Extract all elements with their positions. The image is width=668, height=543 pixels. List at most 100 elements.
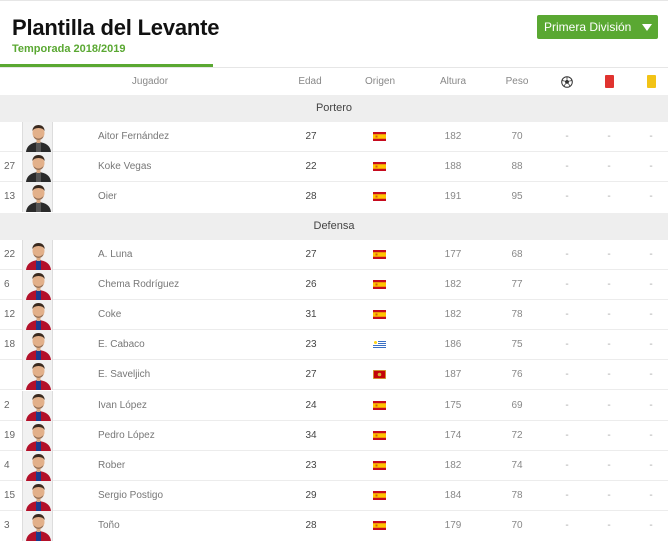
- spain-flag-icon: [373, 132, 386, 141]
- col-altura[interactable]: Altura: [440, 76, 466, 87]
- table-row[interactable]: 3 Toño 28 179 70 - - -: [0, 511, 668, 542]
- player-weight: 70: [511, 131, 523, 142]
- table-row[interactable]: 2 Ivan López 24 175 69 - - -: [0, 390, 668, 421]
- spain-flag-icon: [373, 491, 386, 501]
- player-weight: 70: [511, 520, 523, 532]
- player-red-cards: -: [607, 399, 611, 411]
- player-name[interactable]: Chema Rodríguez: [98, 279, 179, 290]
- player-number: 13: [4, 191, 16, 203]
- table-row[interactable]: E. Saveljich 27 187 76 - - -: [0, 360, 668, 391]
- player-red-cards: -: [607, 369, 611, 381]
- page-header: Plantilla del Levante Temporada 2018/201…: [0, 0, 668, 68]
- title-underline: [0, 64, 213, 67]
- player-weight: 76: [511, 369, 523, 381]
- player-name[interactable]: E. Saveljich: [98, 369, 150, 380]
- player-yellow-cards: -: [649, 191, 653, 203]
- table-row[interactable]: 15 Sergio Postigo 29 184 78 - - -: [0, 481, 668, 512]
- player-yellow-cards: -: [649, 278, 653, 290]
- player-goals: -: [565, 248, 569, 260]
- col-origen[interactable]: Origen: [365, 76, 395, 87]
- player-red-cards: -: [607, 520, 611, 532]
- player-number: 6: [4, 278, 10, 290]
- spain-flag-icon: [373, 430, 386, 440]
- player-age: 28: [305, 191, 317, 203]
- soccer-ball-icon[interactable]: [561, 76, 573, 88]
- player-weight: 78: [511, 309, 523, 320]
- col-jugador[interactable]: Jugador: [132, 76, 168, 87]
- player-red-cards: -: [607, 460, 611, 471]
- player-avatar[interactable]: [22, 300, 53, 330]
- player-goals: -: [565, 131, 569, 142]
- player-red-cards: -: [607, 248, 611, 260]
- player-yellow-cards: -: [649, 369, 653, 381]
- spain-flag-icon: [373, 461, 386, 470]
- player-number: 15: [4, 490, 16, 502]
- montenegro-flag-icon: [373, 370, 386, 380]
- player-avatar[interactable]: [22, 330, 53, 361]
- table-row[interactable]: 18 E. Cabaco 23 186 75 - - -: [0, 330, 668, 361]
- player-number: 18: [4, 339, 16, 351]
- spain-flag-icon: [373, 279, 386, 289]
- player-name[interactable]: Koke Vegas: [98, 161, 151, 172]
- player-name[interactable]: Sergio Postigo: [98, 490, 163, 501]
- col-edad[interactable]: Edad: [298, 76, 321, 87]
- player-age: 26: [305, 278, 317, 290]
- spain-flag-icon: [373, 310, 386, 319]
- player-avatar[interactable]: [22, 239, 53, 270]
- player-name[interactable]: Pedro López: [98, 430, 155, 441]
- player-avatar[interactable]: [22, 360, 53, 391]
- player-red-cards: -: [607, 278, 611, 290]
- player-name[interactable]: Ivan López: [98, 400, 147, 411]
- player-age: 34: [305, 429, 317, 441]
- player-yellow-cards: -: [649, 429, 653, 441]
- player-goals: -: [565, 520, 569, 532]
- table-row[interactable]: 27 Koke Vegas 22 188 88 - - -: [0, 152, 668, 183]
- spain-flag-icon: [373, 249, 386, 259]
- yellow-card-icon[interactable]: [647, 75, 656, 88]
- table-row[interactable]: 22 A. Luna 27 177 68 - - -: [0, 239, 668, 270]
- table-row[interactable]: 4 Rober 23 182 74 - - -: [0, 451, 668, 481]
- section-header: Portero: [0, 95, 668, 122]
- chevron-down-icon: [642, 24, 652, 31]
- red-card-icon[interactable]: [605, 75, 614, 88]
- player-avatar[interactable]: [22, 182, 53, 213]
- player-red-cards: -: [607, 429, 611, 441]
- player-goals: -: [565, 490, 569, 502]
- player-name[interactable]: Rober: [98, 460, 125, 471]
- col-peso[interactable]: Peso: [506, 76, 529, 87]
- player-avatar[interactable]: [22, 269, 53, 300]
- table-row[interactable]: 19 Pedro López 34 174 72 - - -: [0, 420, 668, 451]
- player-avatar[interactable]: [22, 122, 53, 152]
- player-height: 174: [444, 429, 462, 441]
- player-height: 175: [444, 399, 462, 411]
- player-name[interactable]: Coke: [98, 309, 121, 320]
- player-avatar[interactable]: [22, 511, 53, 542]
- player-avatar[interactable]: [22, 481, 53, 512]
- player-name[interactable]: E. Cabaco: [98, 339, 145, 350]
- player-age: 27: [305, 248, 317, 260]
- player-number: 4: [4, 460, 10, 471]
- player-name[interactable]: A. Luna: [98, 249, 132, 260]
- player-name[interactable]: Oier: [98, 191, 117, 202]
- player-weight: 69: [511, 399, 523, 411]
- player-age: 24: [305, 399, 317, 411]
- table-row[interactable]: 6 Chema Rodríguez 26 182 77 - - -: [0, 269, 668, 300]
- player-red-cards: -: [607, 309, 611, 320]
- player-weight: 88: [511, 161, 523, 173]
- player-yellow-cards: -: [649, 460, 653, 471]
- player-goals: -: [565, 278, 569, 290]
- player-name[interactable]: Toño: [98, 520, 120, 531]
- player-name[interactable]: Aitor Fernández: [98, 131, 169, 142]
- league-select[interactable]: Primera División: [537, 15, 658, 39]
- table-row[interactable]: 12 Coke 31 182 78 - - -: [0, 300, 668, 330]
- player-weight: 74: [511, 460, 523, 471]
- player-red-cards: -: [607, 191, 611, 203]
- player-avatar[interactable]: [22, 420, 53, 451]
- player-avatar[interactable]: [22, 390, 53, 421]
- player-avatar[interactable]: [22, 152, 53, 183]
- player-avatar[interactable]: [22, 451, 53, 481]
- season-subtitle: Temporada 2018/2019: [12, 43, 126, 55]
- table-row[interactable]: Aitor Fernández 27 182 70 - - -: [0, 122, 668, 152]
- player-red-cards: -: [607, 490, 611, 502]
- table-row[interactable]: 13 Oier 28 191 95 - - -: [0, 182, 668, 213]
